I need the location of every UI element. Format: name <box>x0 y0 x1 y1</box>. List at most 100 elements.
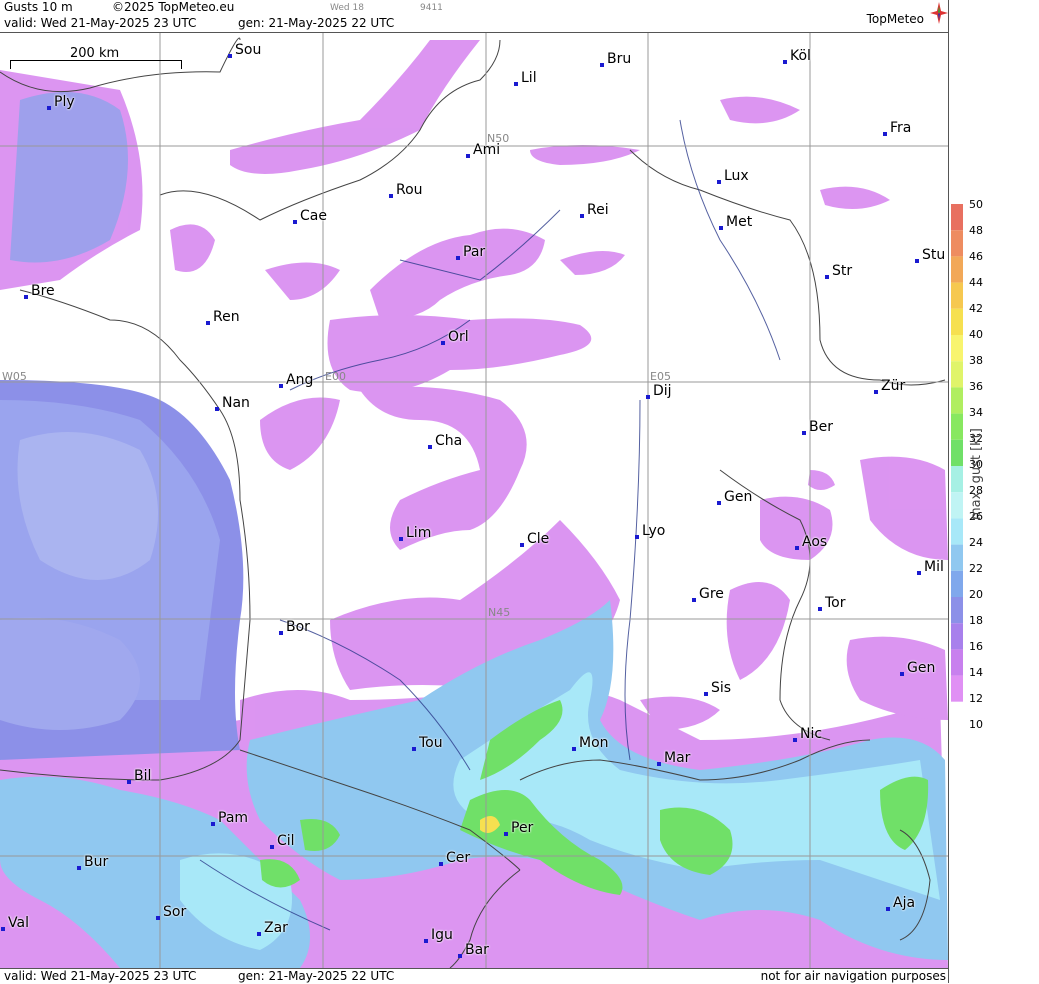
legend-tick-label: 22 <box>969 562 983 575</box>
city-label: Lux <box>717 168 749 184</box>
city-label: Gre <box>692 586 724 602</box>
legend-swatch <box>951 282 963 309</box>
legend-swatch <box>951 492 963 519</box>
valid-label: valid: Wed 21-May-2025 23 UTC <box>4 16 197 30</box>
footer-gen: gen: 21-May-2025 22 UTC <box>238 969 395 983</box>
city-label: Cha <box>427 433 463 449</box>
scale-bar-line <box>10 60 182 69</box>
city-label: Ber <box>802 419 833 435</box>
legend-swatch <box>951 597 963 624</box>
grid-label-e05: E05 <box>650 370 671 383</box>
city-label: Zür <box>873 378 906 394</box>
city-label: Par <box>455 244 486 260</box>
city-label: Per <box>503 820 534 836</box>
city-label: Pam <box>210 810 249 826</box>
city-label: Bar <box>458 942 489 958</box>
legend-swatch <box>951 230 963 257</box>
legend-swatch <box>951 518 963 545</box>
city-label: Orl <box>441 329 469 345</box>
legend-title: max. gust [kt] <box>969 428 984 520</box>
city-label: Aja <box>885 895 916 911</box>
legend-swatch <box>951 387 963 414</box>
city-label: Mon <box>572 735 609 751</box>
city-label: Bre <box>24 283 55 299</box>
city-label: Ami <box>465 142 501 158</box>
legend-swatch <box>951 308 963 335</box>
city-label: Mil <box>917 559 944 575</box>
legend-tick-label: 50 <box>969 198 983 211</box>
legend-swatch <box>951 570 963 597</box>
city-label: Sou <box>227 42 262 58</box>
legend-colorbar <box>951 204 963 704</box>
city-label: Mar <box>656 750 691 766</box>
legend-tick-label: 20 <box>969 588 983 601</box>
grid-label-w05: W05 <box>2 370 27 383</box>
legend-swatch <box>951 413 963 440</box>
city-label: Sis <box>703 680 732 696</box>
city-label: Fra <box>882 120 912 136</box>
city-label: Lyo <box>634 523 666 539</box>
header: Gusts 10 m ©2025 TopMeteo.eu Wed 18 9411… <box>0 0 948 33</box>
legend-tick-label: 24 <box>969 536 983 549</box>
legend-tick-label: 40 <box>969 328 983 341</box>
legend-tick-label: 44 <box>969 276 983 289</box>
day-label: Wed 18 <box>330 3 364 13</box>
city-label: Bor <box>279 619 310 635</box>
footer: valid: Wed 21-May-2025 23 UTC gen: 21-Ma… <box>0 968 948 984</box>
legend-tick-label: 38 <box>969 354 983 367</box>
city-label: Igu <box>424 927 453 943</box>
product-label: Gusts 10 m <box>4 0 73 14</box>
city-label: Met <box>718 214 753 230</box>
legend-tick-label: 36 <box>969 380 983 393</box>
grid-label-n45: N45 <box>488 606 511 619</box>
city-label: Tor <box>818 595 846 611</box>
city-label: Val <box>1 915 29 931</box>
copyright: ©2025 TopMeteo.eu <box>112 0 235 14</box>
color-legend: 50 48 46 44 42 40 38 36 34 32 30 28 26 24 22 20 18 16 14 12… <box>948 0 1039 983</box>
gen-label: gen: 21-May-2025 22 UTC <box>238 16 395 30</box>
legend-tick-label: 42 <box>969 302 983 315</box>
city-label: Cil <box>270 833 295 849</box>
legend-tick-label: 46 <box>969 250 983 263</box>
city-label: Gen <box>716 489 753 505</box>
city-label: Bil <box>126 768 152 784</box>
topmeteo-logo: TopMeteo <box>866 12 924 26</box>
legend-tick-label: 34 <box>969 406 983 419</box>
legend-swatch <box>951 335 963 362</box>
city-label: Cle <box>519 531 550 547</box>
legend-swatch <box>951 439 963 466</box>
city-label: Cer <box>438 850 471 866</box>
grid-label-e00: E00 <box>325 370 346 383</box>
city-label: Ang <box>278 372 314 388</box>
city-label: Sor <box>155 904 187 920</box>
legend-swatch <box>951 675 963 702</box>
footer-note: not for air navigation purposes <box>760 969 946 983</box>
legend-swatch <box>951 544 963 571</box>
scale-bar-label: 200 km <box>70 46 120 61</box>
city-label: Zar <box>257 920 288 936</box>
city-label: Dij <box>646 383 672 399</box>
city-label: Köl <box>783 48 811 64</box>
city-label: Ren <box>206 309 240 325</box>
legend-swatch <box>951 701 963 704</box>
scale-bar: 200 km <box>10 46 182 70</box>
legend-tick-label: 18 <box>969 614 983 627</box>
legend-swatch <box>951 623 963 650</box>
footer-valid: valid: Wed 21-May-2025 23 UTC <box>4 969 197 983</box>
city-label: Rou <box>389 182 423 198</box>
city-label: Nic <box>792 726 823 742</box>
city-label: Cae <box>293 208 327 224</box>
legend-tick-label: 14 <box>969 666 983 679</box>
legend-tick-label: 12 <box>969 692 983 705</box>
legend-swatch <box>951 466 963 493</box>
legend-swatch <box>951 649 963 676</box>
legend-tick-label: 16 <box>969 640 983 653</box>
city-label: Aos <box>794 534 828 550</box>
code-label: 9411 <box>420 3 443 13</box>
city-label: Nan <box>215 395 250 411</box>
compass-star-icon <box>930 2 948 24</box>
city-label: Bur <box>76 854 109 870</box>
city-label: Gen <box>899 660 936 676</box>
city-label: Bru <box>599 51 632 67</box>
city-label: Str <box>824 263 853 279</box>
